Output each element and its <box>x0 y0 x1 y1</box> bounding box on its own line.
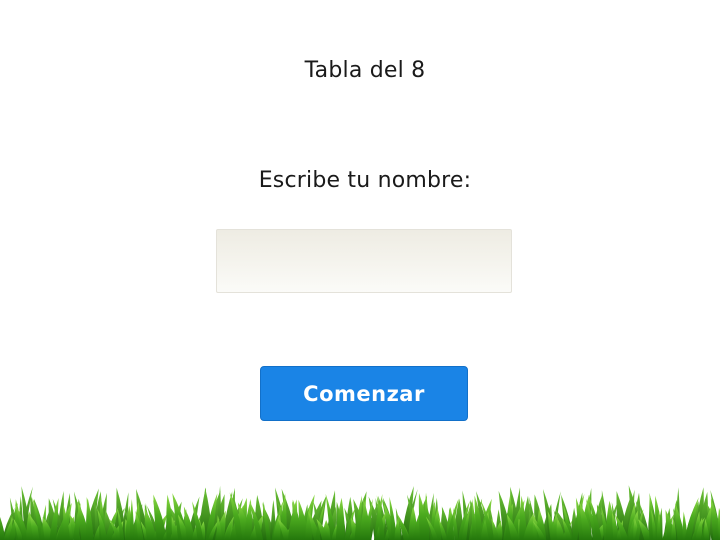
start-screen: Tabla del 8 Escribe tu nombre: Comenzar <box>0 0 720 540</box>
name-prompt-label: Escribe tu nombre: <box>258 168 472 193</box>
page-title: Tabla del 8 <box>304 58 426 83</box>
grass-blade <box>129 499 135 540</box>
grass-decoration <box>0 485 720 540</box>
start-button[interactable]: Comenzar <box>260 366 468 421</box>
name-input[interactable] <box>216 229 512 293</box>
